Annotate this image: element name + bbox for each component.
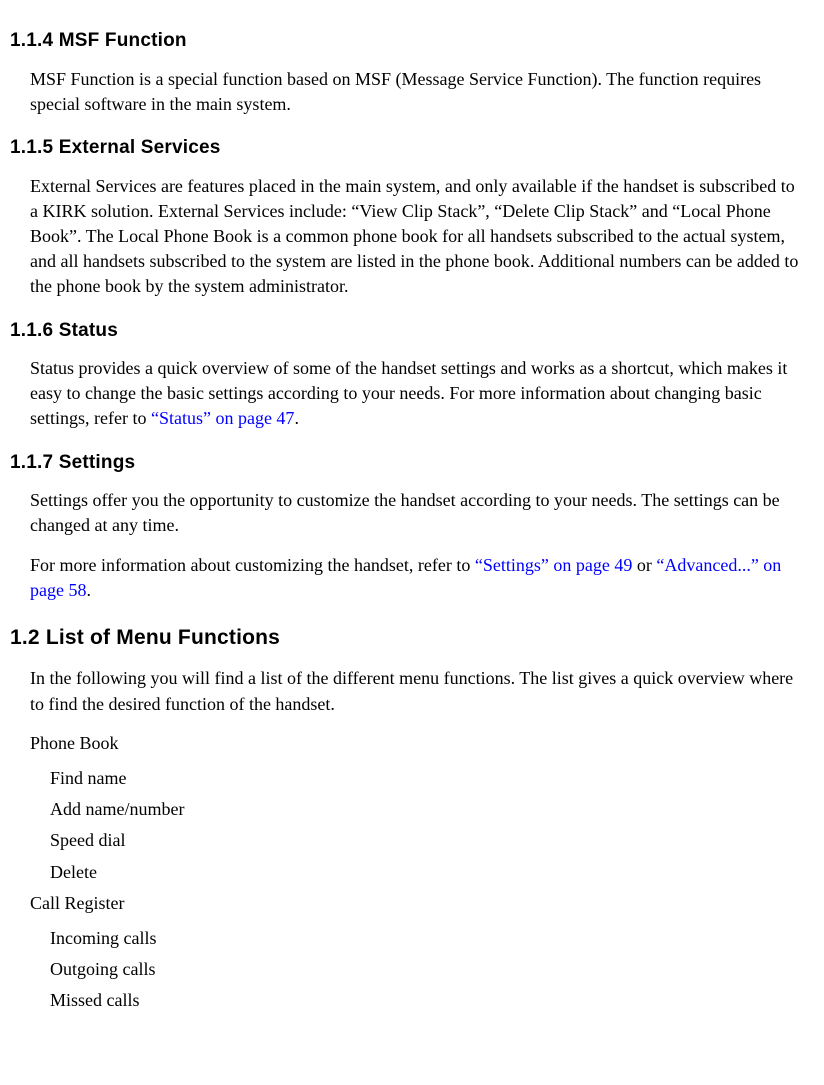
list-item: Incoming calls bbox=[50, 926, 804, 951]
text-settings-post: . bbox=[86, 580, 91, 600]
heading-settings: 1.1.7 Settings bbox=[10, 450, 804, 477]
list-item: Find name bbox=[50, 766, 804, 791]
list-item: Missed calls bbox=[50, 988, 804, 1013]
paragraph-settings-1: Settings offer you the opportunity to cu… bbox=[30, 488, 804, 538]
heading-list-menu-functions: 1.2 List of Menu Functions bbox=[10, 623, 804, 652]
text-settings-pre: For more information about customizing t… bbox=[30, 555, 475, 575]
label-phone-book: Phone Book bbox=[30, 731, 804, 756]
heading-external-services: 1.1.5 External Services bbox=[10, 135, 804, 162]
text-settings-mid: or bbox=[632, 555, 656, 575]
paragraph-external-services: External Services are features placed in… bbox=[30, 174, 804, 300]
paragraph-status: Status provides a quick overview of some… bbox=[30, 356, 804, 432]
link-settings-page-49[interactable]: “Settings” on page 49 bbox=[475, 555, 632, 575]
heading-status: 1.1.6 Status bbox=[10, 318, 804, 345]
paragraph-settings-2: For more information about customizing t… bbox=[30, 553, 804, 603]
text-status-post: . bbox=[294, 408, 299, 428]
heading-msf-function: 1.1.4 MSF Function bbox=[10, 28, 804, 55]
list-item: Delete bbox=[50, 860, 804, 885]
list-item: Outgoing calls bbox=[50, 957, 804, 982]
label-call-register: Call Register bbox=[30, 891, 804, 916]
list-item: Speed dial bbox=[50, 828, 804, 853]
paragraph-list-intro: In the following you will find a list of… bbox=[30, 666, 804, 716]
list-item: Add name/number bbox=[50, 797, 804, 822]
paragraph-msf-function: MSF Function is a special function based… bbox=[30, 67, 804, 117]
link-status-page-47[interactable]: “Status” on page 47 bbox=[151, 408, 294, 428]
text-status-pre: Status provides a quick overview of some… bbox=[30, 358, 787, 428]
